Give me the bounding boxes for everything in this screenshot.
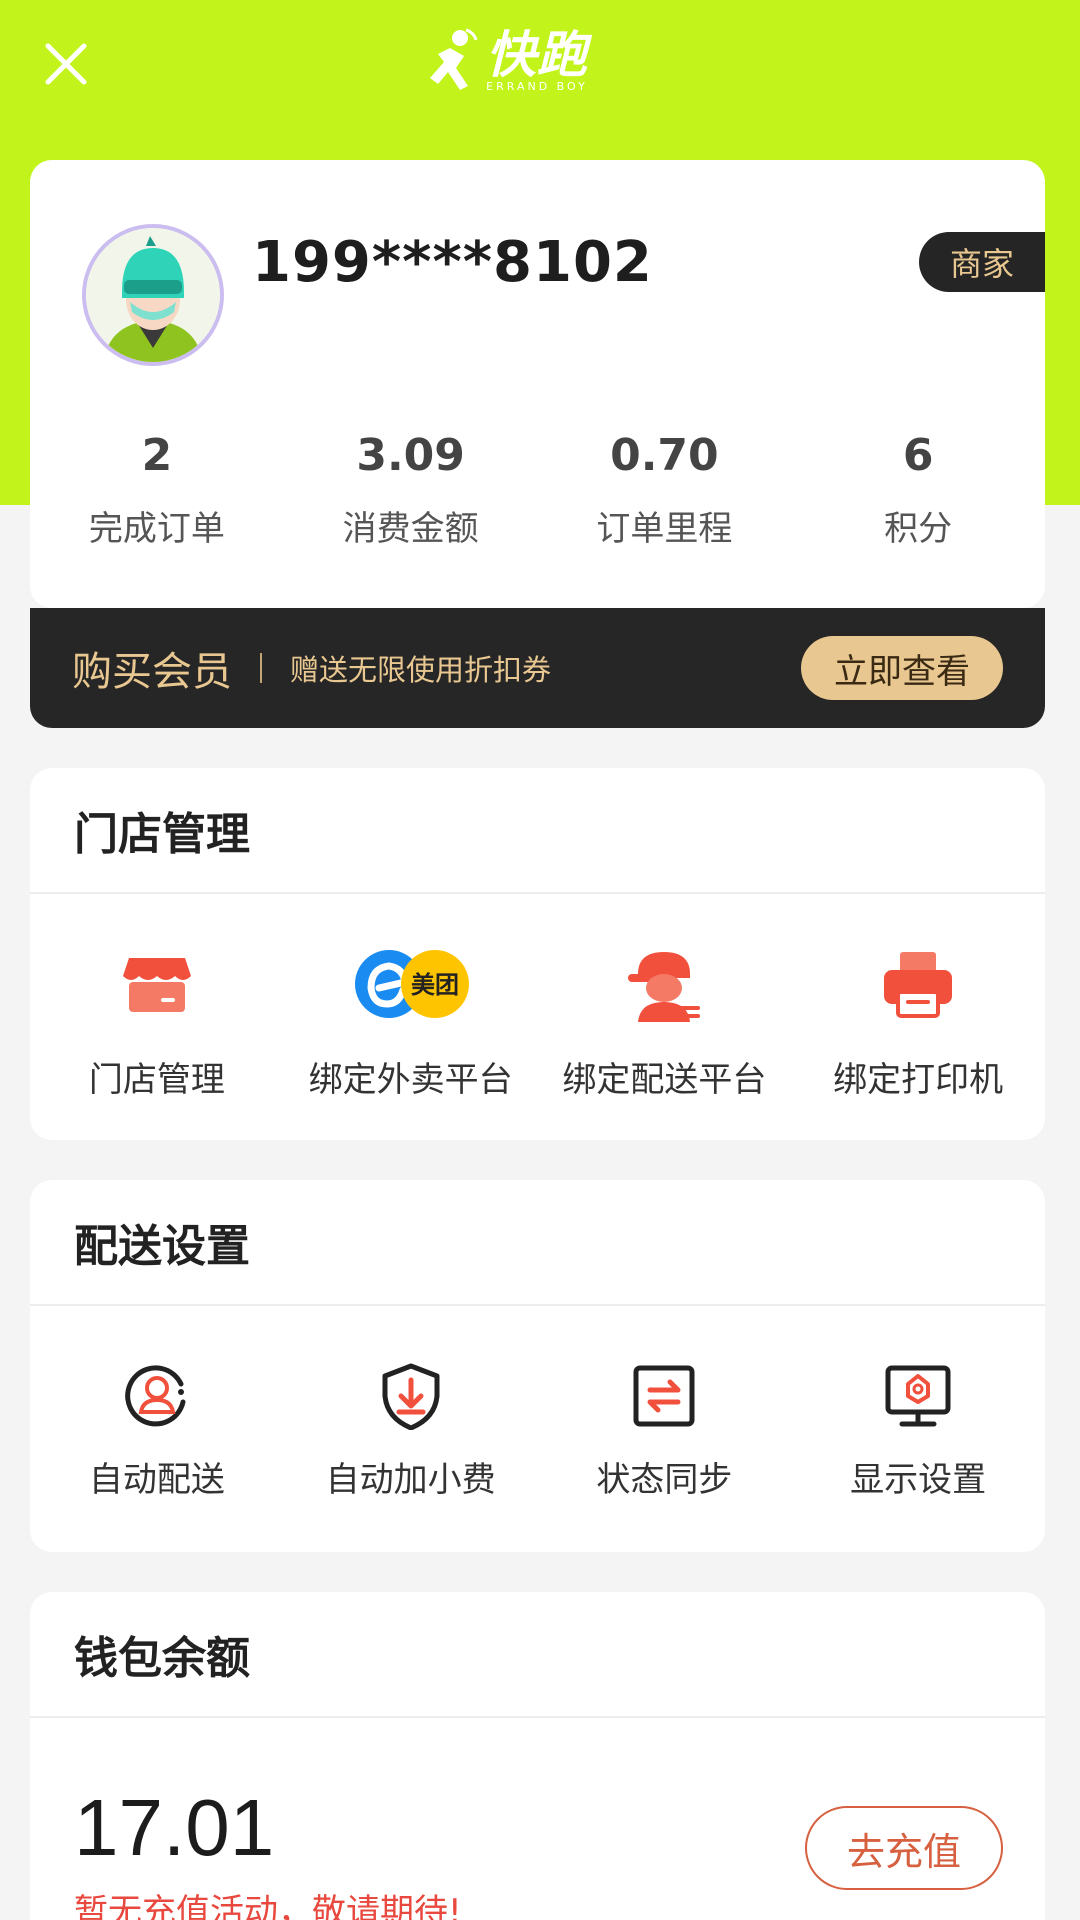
grid-label: 门店管理 [88,1060,225,1100]
merchant-tag[interactable]: 商家 [919,232,1045,292]
grid-label: 绑定外卖平台 [308,1060,513,1100]
user-phone: 199****8102 [252,230,653,295]
grid-item-store-management[interactable]: 门店管理 [30,944,284,1101]
grid-item-auto-dispatch[interactable]: 自动配送 [30,1362,284,1501]
grid-label: 状态同步 [596,1460,733,1500]
grid-item-display-settings[interactable]: 显示设置 [791,1362,1045,1501]
eleme-meituan-icon: 美团 [354,950,469,1018]
wallet-balance: 17.01 [74,1783,275,1872]
close-icon [45,43,87,85]
grid-item-bind-courier-platform[interactable]: 绑定配送平台 [538,944,792,1101]
grid-item-status-sync[interactable]: 状态同步 [538,1362,792,1501]
section-title: 配送设置 [30,1180,1045,1306]
stat-value: 0.70 [610,430,719,481]
store-management-section: 门店管理 门店管理 美团 绑定外卖平台 绑定配送平台 绑定打印机 [30,768,1045,1140]
stat-spending[interactable]: 3.09 消费金额 [284,430,538,550]
grid-label: 自动配送 [88,1460,225,1500]
stat-label: 消费金额 [342,509,479,549]
logo-title: 快跑 [486,25,588,84]
sync-icon [633,1365,695,1427]
stat-value: 6 [902,430,934,481]
printer-icon [884,952,953,1018]
close-button[interactable] [40,38,92,90]
stat-label: 完成订单 [88,509,225,549]
grid-item-auto-tip[interactable]: 自动加小费 [284,1362,538,1501]
delivery-grid: 自动配送 自动加小费 状态同步 显示设置 [30,1306,1045,1501]
stat-points[interactable]: 6 积分 [791,430,1045,550]
app-logo: 快跑 ERRAND BOY [420,22,660,100]
stat-label: 订单里程 [596,509,733,549]
grid-item-bind-delivery-platform[interactable]: 美团 绑定外卖平台 [284,944,538,1101]
section-title: 门店管理 [30,768,1045,894]
stat-completed-orders[interactable]: 2 完成订单 [30,430,284,550]
recharge-button[interactable]: 去充值 [805,1806,1003,1890]
vip-divider [260,653,262,683]
logo-subtitle: ERRAND BOY [486,79,588,93]
grid-label: 绑定配送平台 [562,1060,767,1100]
wallet-promo-note: 暂无充值活动，敬请期待! [74,1892,462,1920]
stat-value: 3.09 [356,430,465,481]
profile-card: 199****8102 商家 2 完成订单 3.09 消费金额 0.70 订单里… [30,160,1045,608]
grid-label: 自动加小费 [325,1460,496,1500]
courier-icon [628,952,701,1022]
store-grid: 门店管理 美团 绑定外卖平台 绑定配送平台 绑定打印机 [30,894,1045,1101]
meituan-badge-text: 美团 [411,971,459,999]
vip-title: 购买会员 [72,649,232,695]
vip-view-button[interactable]: 立即查看 [801,636,1003,700]
storefront-icon [122,958,191,1012]
section-title: 钱包余额 [30,1592,1045,1718]
vip-banner[interactable]: 购买会员 赠送无限使用折扣券 立即查看 [30,608,1045,728]
avatar[interactable] [82,224,224,366]
grid-label: 绑定打印机 [833,1060,1004,1100]
delivery-settings-section: 配送设置 自动配送 自动加小费 状态同步 显示设置 [30,1180,1045,1552]
runner-icon [430,28,478,90]
stats-row: 2 完成订单 3.09 消费金额 0.70 订单里程 6 积分 [30,430,1045,550]
grid-item-bind-printer[interactable]: 绑定打印机 [791,944,1045,1101]
wallet-section: 钱包余额 17.01 暂无充值活动，敬请期待! 去充值 [30,1592,1045,1920]
courier-avatar-icon [86,228,220,362]
monitor-icon [885,1365,951,1427]
vip-description: 赠送无限使用折扣券 [290,653,552,687]
shield-download-icon [382,1363,440,1430]
stat-label: 积分 [884,509,953,549]
grid-label: 显示设置 [850,1460,987,1500]
auto-dispatch-icon [125,1365,186,1427]
stat-mileage[interactable]: 0.70 订单里程 [538,430,792,550]
stat-value: 2 [141,430,173,481]
